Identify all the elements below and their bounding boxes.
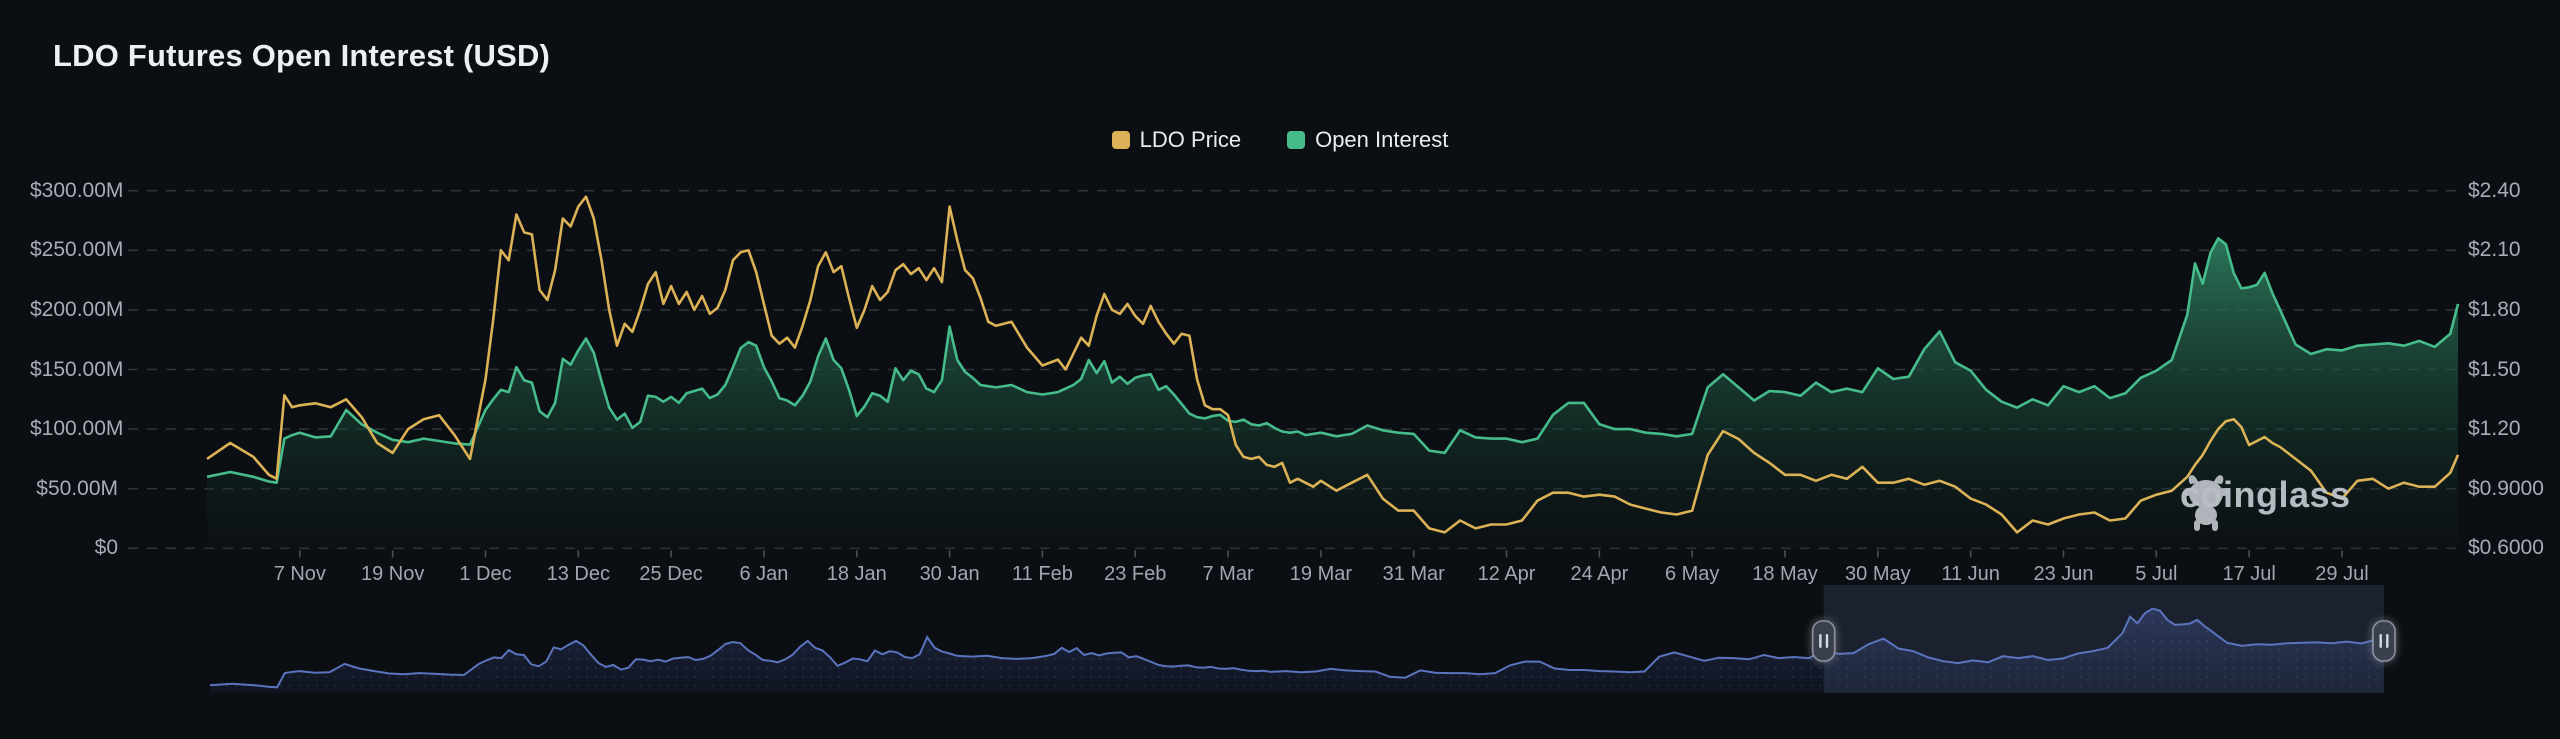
legend-label: Open Interest bbox=[1315, 127, 1448, 153]
x-axis-label: 6 Jan bbox=[739, 563, 788, 586]
x-axis-label: 19 Mar bbox=[1290, 563, 1352, 586]
handle-grip-icon bbox=[2386, 634, 2388, 648]
legend-label: LDO Price bbox=[1140, 127, 1241, 153]
coinglass-bull-icon bbox=[2180, 474, 2232, 532]
legend-item-ldo-price[interactable]: LDO Price bbox=[1112, 127, 1241, 153]
handle-grip-icon bbox=[1826, 634, 1828, 648]
page-title: LDO Futures Open Interest (USD) bbox=[53, 38, 550, 74]
x-axis-label: 25 Dec bbox=[639, 563, 702, 586]
y-axis-left-label: $300.00M bbox=[30, 179, 118, 203]
x-axis-label: 11 Jun bbox=[1941, 563, 2000, 586]
y-axis-left-label: $50.00M bbox=[30, 477, 118, 501]
open-interest-area bbox=[207, 238, 2458, 548]
handle-grip-icon bbox=[2380, 634, 2382, 648]
x-axis-label: 18 Jan bbox=[827, 563, 887, 586]
x-axis-label: 6 May bbox=[1665, 563, 1719, 586]
x-axis-label: 11 Feb bbox=[1012, 563, 1073, 586]
legend-item-open-interest[interactable]: Open Interest bbox=[1287, 127, 1448, 153]
ldo-price-swatch-icon bbox=[1112, 131, 1130, 149]
y-axis-left-label: $200.00M bbox=[30, 298, 118, 322]
x-axis-label: 13 Dec bbox=[547, 563, 610, 586]
y-axis-right-label: $1.20 bbox=[2468, 417, 2521, 441]
navigator-selected-range[interactable] bbox=[1824, 585, 2384, 693]
y-axis-left-label: $100.00M bbox=[30, 417, 118, 441]
watermark: coinglass bbox=[2180, 474, 2351, 516]
x-axis-ticks bbox=[300, 550, 2342, 557]
navigator-handle-right[interactable] bbox=[2373, 621, 2395, 661]
x-axis-label: 30 Jan bbox=[920, 563, 980, 586]
x-axis-label: 1 Dec bbox=[459, 563, 511, 586]
y-axis-right-label: $1.50 bbox=[2468, 358, 2521, 382]
x-axis-label: 7 Mar bbox=[1203, 563, 1254, 586]
x-axis-label: 12 Apr bbox=[1478, 563, 1536, 586]
x-axis-label: 31 Mar bbox=[1383, 563, 1445, 586]
y-axis-left-label: $0 bbox=[30, 536, 118, 560]
x-axis-label: 18 May bbox=[1752, 563, 1818, 586]
x-axis-label: 30 May bbox=[1845, 563, 1911, 586]
y-axis-left-label: $150.00M bbox=[30, 358, 118, 382]
navigator-handle-left[interactable] bbox=[1813, 621, 1835, 661]
y-axis-right-label: $1.80 bbox=[2468, 298, 2521, 322]
x-axis-label: 5 Jul bbox=[2135, 563, 2177, 586]
x-axis-label: 23 Jun bbox=[2033, 563, 2093, 586]
y-axis-right-label: $2.40 bbox=[2468, 179, 2521, 203]
handle-pill[interactable] bbox=[1813, 621, 1835, 661]
navigator[interactable] bbox=[210, 585, 2395, 693]
y-axis-right-label: $0.6000 bbox=[2468, 536, 2544, 560]
open-interest-swatch-icon bbox=[1287, 131, 1305, 149]
y-axis-right-label: $0.9000 bbox=[2468, 477, 2544, 501]
y-axis-right-label: $2.10 bbox=[2468, 238, 2521, 262]
legend: LDO Price Open Interest bbox=[0, 127, 2560, 153]
handle-grip-icon bbox=[1819, 634, 1821, 648]
open-interest-series bbox=[207, 238, 2458, 548]
x-axis-label: 7 Nov bbox=[274, 563, 326, 586]
y-axis-left-label: $250.00M bbox=[30, 238, 118, 262]
handle-pill[interactable] bbox=[2373, 621, 2395, 661]
x-axis-label: 23 Feb bbox=[1104, 563, 1166, 586]
x-axis-label: 29 Jul bbox=[2315, 563, 2368, 586]
x-axis-label: 24 Apr bbox=[1570, 563, 1628, 586]
chart-page: LDO Futures Open Interest (USD) LDO Pric… bbox=[0, 0, 2560, 739]
x-axis-label: 17 Jul bbox=[2222, 563, 2275, 586]
chart-canvas[interactable] bbox=[0, 0, 2560, 739]
x-axis-label: 19 Nov bbox=[361, 563, 424, 586]
